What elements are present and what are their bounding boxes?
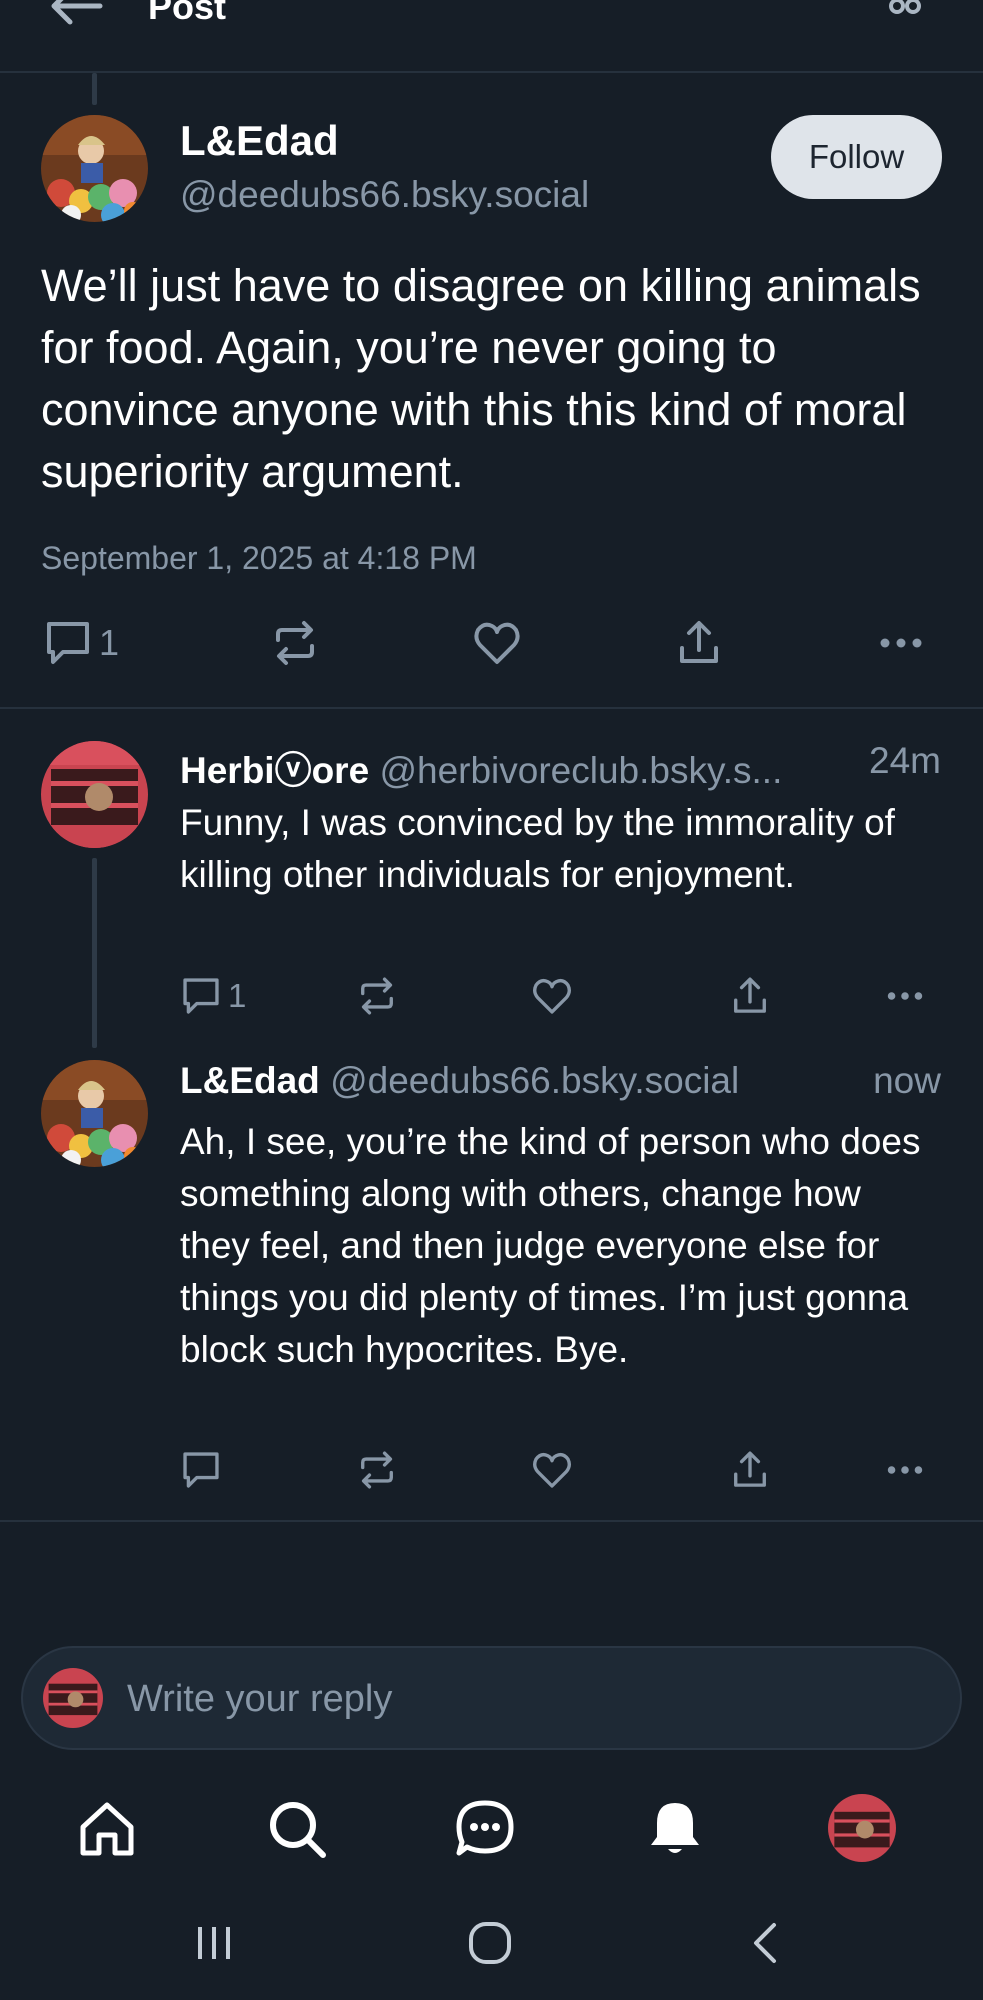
nav-profile[interactable]: [828, 1794, 898, 1864]
recents-icon: [198, 1927, 230, 1959]
more-icon: [887, 992, 923, 1000]
reply-time: 24m: [869, 740, 941, 781]
my-avatar: [43, 1668, 103, 1728]
divider: [0, 1520, 983, 1522]
post-text: We’ll just have to disagree on killing a…: [41, 260, 921, 497]
repost-button[interactable]: [356, 966, 398, 1026]
avatar-photo: [41, 741, 148, 848]
more-icon: [887, 1466, 923, 1474]
thread-line: [92, 73, 97, 105]
post-date: September 1, 2025 at 4:18 PM: [41, 540, 477, 576]
repost-button[interactable]: [270, 613, 320, 673]
back-arrow-icon: [51, 0, 103, 25]
reply-header: Herbiⓥore @herbivoreclub.bsky.s...: [180, 740, 782, 794]
top-header: Post: [0, 0, 983, 73]
avatar-photo: [828, 1794, 896, 1862]
share-icon: [734, 1451, 766, 1487]
repost-icon: [361, 1451, 393, 1489]
post-actions: 1: [0, 613, 983, 673]
more-icon: [880, 638, 922, 648]
home-icon: [80, 1802, 134, 1856]
share-icon: [680, 621, 718, 663]
reply-text: Ah, I see, you’re the kind of person who…: [180, 1121, 921, 1370]
reply-count: 1: [99, 622, 120, 663]
reply-author-name[interactable]: Herbiⓥore: [180, 750, 369, 791]
reply-composer[interactable]: Write your reply: [21, 1646, 962, 1750]
system-home-button[interactable]: [460, 1918, 520, 1968]
divider: [0, 707, 983, 709]
nav-notifications[interactable]: [640, 1794, 710, 1864]
repost-button[interactable]: [356, 1440, 398, 1500]
reply-author-name[interactable]: L&Edad: [180, 1060, 320, 1101]
reply-author-handle[interactable]: @deedubs66.bsky.social: [330, 1060, 739, 1101]
like-button[interactable]: [531, 1440, 573, 1500]
chat-icon: [456, 1800, 514, 1856]
like-button[interactable]: [531, 966, 573, 1026]
system-recents-button[interactable]: [184, 1918, 244, 1968]
comment-icon: [183, 978, 219, 1014]
back-chevron-icon: [754, 1923, 776, 1963]
like-button[interactable]: [472, 613, 522, 673]
comment-icon: [47, 622, 89, 664]
search-icon: [270, 1802, 326, 1858]
reply-author-handle[interactable]: @herbivoreclub.bsky.s...: [379, 750, 782, 791]
reply-header: L&Edad @deedubs66.bsky.social: [180, 1060, 739, 1102]
nav-chat[interactable]: [450, 1794, 520, 1864]
reply-input-placeholder[interactable]: Write your reply: [127, 1678, 392, 1721]
reply-avatar[interactable]: [41, 741, 148, 848]
repost-icon: [361, 977, 393, 1015]
reply-actions: [0, 1440, 983, 1500]
sliders-icon: [889, 0, 921, 14]
reply-button[interactable]: 1: [43, 613, 119, 673]
reply-count: 1: [228, 977, 247, 1014]
comment-icon: [183, 1452, 219, 1488]
reply-time: now: [873, 1060, 941, 1101]
page-title: Post: [148, 0, 227, 27]
share-button[interactable]: [729, 1440, 771, 1500]
more-button[interactable]: [884, 966, 926, 1026]
nav-search[interactable]: [262, 1794, 332, 1864]
reply-button[interactable]: [180, 1440, 228, 1500]
heart-icon: [533, 1452, 571, 1488]
bell-icon: [651, 1803, 699, 1853]
reply-text: Funny, I was convinced by the immorality…: [180, 802, 895, 895]
share-button[interactable]: [674, 613, 724, 673]
author-name[interactable]: L&Edad: [180, 117, 339, 165]
reply-avatar[interactable]: [41, 1060, 148, 1167]
repost-icon: [276, 621, 314, 665]
home-circle-icon: [469, 1922, 511, 1964]
share-icon: [734, 977, 766, 1013]
author-avatar[interactable]: [41, 115, 148, 222]
nav-home[interactable]: [72, 1794, 142, 1864]
system-back-button[interactable]: [736, 1918, 796, 1968]
thread-settings-button[interactable]: [885, 0, 925, 26]
reply-actions: 1: [0, 966, 983, 1026]
back-button[interactable]: [48, 0, 104, 26]
avatar-photo: [41, 1060, 148, 1167]
share-button[interactable]: [729, 966, 771, 1026]
avatar-photo: [41, 115, 148, 222]
more-button[interactable]: [884, 1440, 926, 1500]
follow-button[interactable]: Follow: [771, 115, 942, 199]
heart-icon: [533, 978, 571, 1014]
post-thread-screen: Post L&Edad @deedubs66.bsky.social Follo…: [0, 0, 983, 2000]
reply-button[interactable]: 1: [180, 966, 246, 1026]
profile-avatar: [828, 1794, 896, 1862]
avatar-photo: [43, 1668, 103, 1728]
heart-icon: [474, 622, 520, 664]
more-button[interactable]: [876, 613, 926, 673]
author-handle[interactable]: @deedubs66.bsky.social: [180, 174, 589, 216]
